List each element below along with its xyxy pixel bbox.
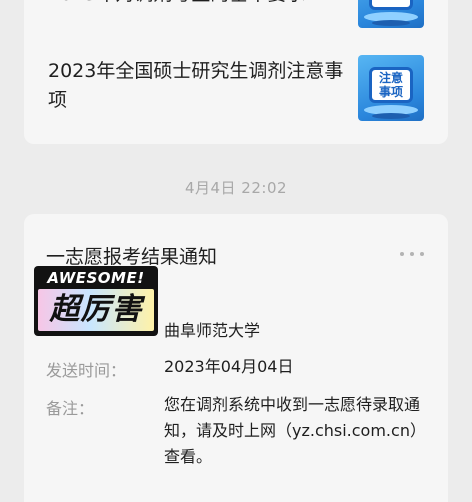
remark-value: 您在调剂系统中收到一志愿待录取通知，请及时上网（yz.chsi.com.cn）查… (164, 395, 426, 466)
thumbnail-text: 事项 (378, 85, 403, 99)
sticker-top-text: AWESOME! (47, 269, 145, 287)
sticker-main-text: 超厉害 (49, 292, 143, 327)
article-thumbnail[interactable]: 要求 (358, 0, 424, 28)
field-label: 备注： (46, 399, 95, 418)
article-thumbnail[interactable]: 注意 事项 (358, 55, 424, 121)
thumbnail-text: 注意 (378, 71, 403, 85)
message-timestamp: 4月4日 22:02 (184, 179, 288, 197)
article-title[interactable]: 2023年对调剂考生的基本要求 (48, 0, 348, 9)
thumbnail-badge: 注意 事项 (369, 67, 413, 103)
thumbnail-base-shadow (372, 20, 410, 26)
notification-card[interactable]: 一志愿报考结果通知 曲阜师范大学 发送时间： 2023年04月04日 备注： 您… (24, 214, 448, 502)
awesome-sticker: AWESOME! 超厉害 (34, 266, 158, 336)
article-title[interactable]: 2023年全国硕士研究生调剂注意事项 (48, 57, 348, 115)
field-label: 发送时间： (46, 361, 127, 380)
thumbnail-base-shadow (372, 113, 410, 119)
more-options-icon[interactable] (400, 250, 424, 258)
school-value: 曲阜师范大学 (164, 321, 261, 340)
thumbnail-badge: 要求 (369, 0, 413, 10)
chat-page: 2023年对调剂考生的基本要求 要求 2023年全国硕士研究生调剂注意事项 注意… (0, 0, 472, 502)
notification-title: 一志愿报考结果通知 (46, 246, 218, 268)
send-time-value: 2023年04月04日 (164, 357, 294, 376)
article-list-card: 2023年对调剂考生的基本要求 要求 2023年全国硕士研究生调剂注意事项 注意… (24, 0, 448, 144)
